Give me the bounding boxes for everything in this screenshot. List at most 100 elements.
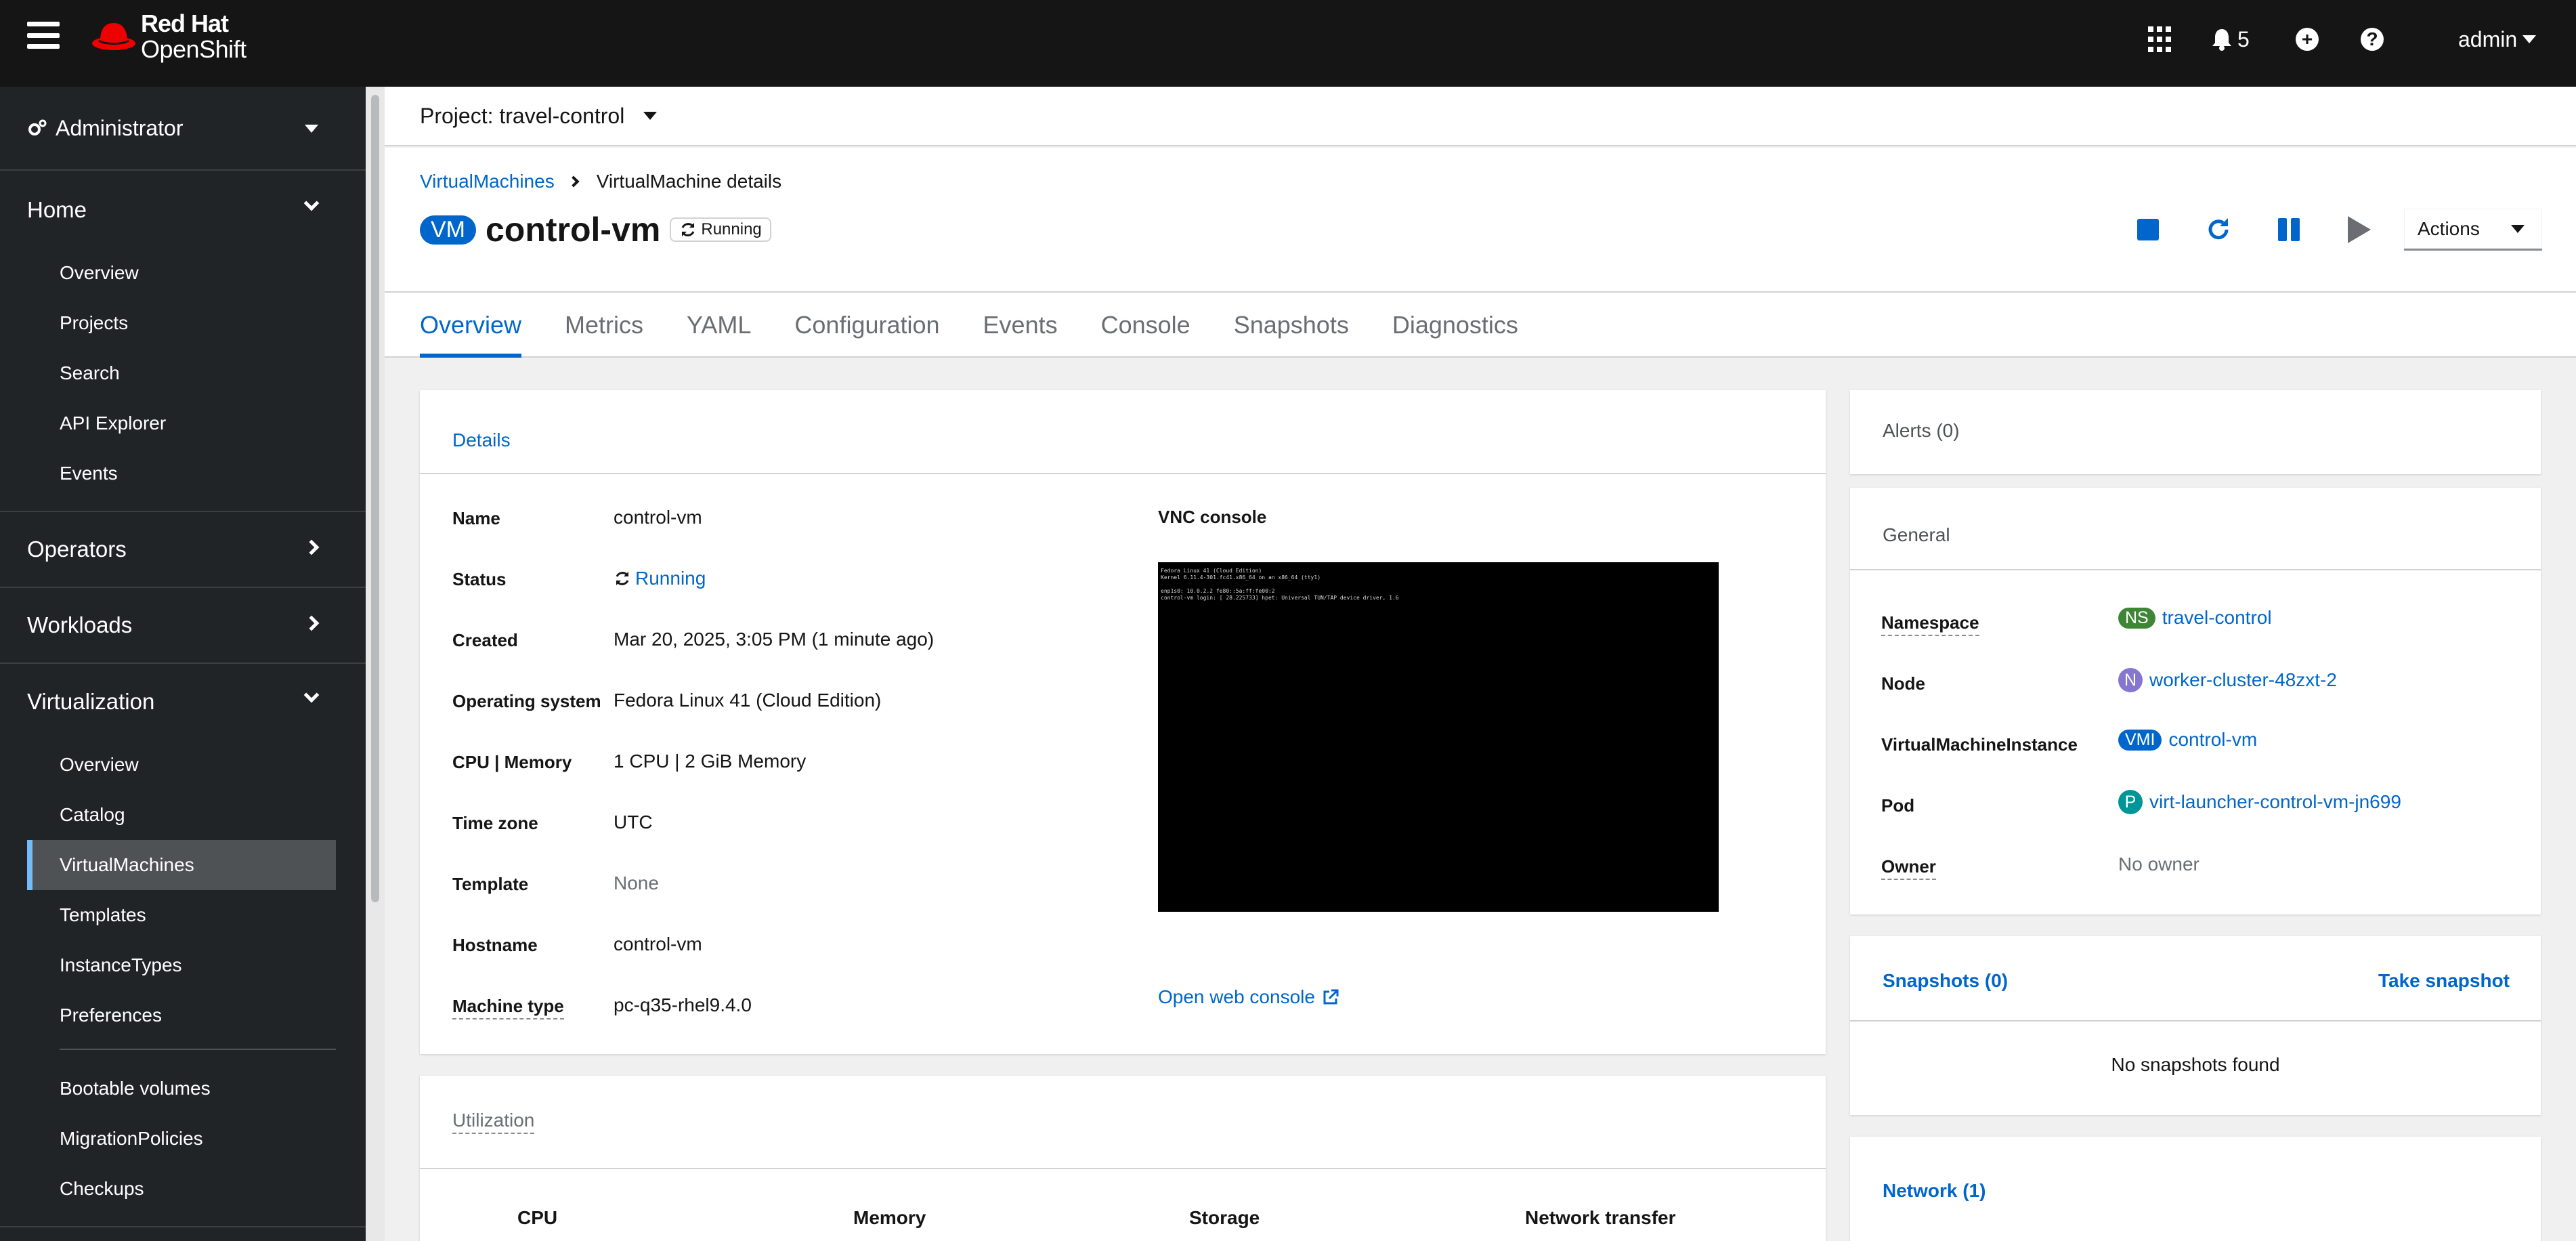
snapshots-card-title[interactable]: Snapshots (0)	[1883, 970, 2008, 992]
chevron-right-icon	[303, 615, 320, 631]
nav-home-overview[interactable]: Overview	[27, 248, 336, 298]
tab-configuration[interactable]: Configuration	[794, 293, 939, 358]
alerts-card-title: Alerts (0)	[1883, 420, 1960, 441]
breadcrumb-link-virtualmachines[interactable]: VirtualMachines	[420, 171, 555, 192]
apps-grid-icon[interactable]	[2148, 26, 2171, 53]
node-resource-badge: N	[2118, 668, 2143, 692]
external-link-icon	[1323, 989, 1339, 1005]
pause-button[interactable]	[2254, 209, 2324, 250]
chevron-down-icon	[303, 687, 320, 703]
pod-link[interactable]: virt-launcher-control-vm-jn699	[2149, 791, 2401, 813]
menu-icon[interactable]	[27, 22, 60, 49]
utilization-card: Utilization CPU Memory Storage Network t…	[420, 1076, 1826, 1241]
alerts-card: Alerts (0)	[1850, 390, 2541, 474]
user-name: admin	[2458, 26, 2518, 51]
nav-section-operators[interactable]: Operators	[0, 512, 366, 588]
nav-section-label: Home	[27, 197, 87, 222]
project-selector[interactable]: Project: travel-control	[385, 87, 2576, 146]
field-label-pod: Pod	[1881, 795, 1915, 816]
actions-dropdown[interactable]: Actions	[2404, 209, 2542, 251]
namespace-link[interactable]: travel-control	[2162, 607, 2272, 629]
nav-section-workloads[interactable]: Workloads	[0, 588, 366, 664]
nav-home-projects[interactable]: Projects	[27, 298, 336, 348]
bell-icon	[2212, 29, 2231, 51]
console-line: Kernel 6.11.4-301.fc41.x86_64 on an x86_…	[1161, 574, 1321, 581]
stop-icon	[2137, 219, 2159, 240]
open-web-console-link[interactable]: Open web console	[1158, 986, 1339, 1008]
vmi-resource-badge: VMI	[2118, 729, 2162, 751]
field-label-namespace[interactable]: Namespace	[1881, 612, 1979, 636]
notifications-button[interactable]: 5	[2212, 26, 2250, 53]
nav-virt-migrationpolicies[interactable]: MigrationPolicies	[27, 1114, 336, 1164]
network-card-title[interactable]: Network (1)	[1883, 1180, 1985, 1202]
actions-label: Actions	[2418, 217, 2480, 239]
field-value-owner: No owner	[2118, 854, 2199, 875]
vnc-console-screen[interactable]: Fedora Linux 41 (Cloud Edition) Kernel 6…	[1158, 562, 1719, 912]
nav-virt-checkups[interactable]: Checkups	[27, 1164, 336, 1214]
nav-section-virtualization[interactable]: Virtualization	[0, 664, 366, 740]
field-value-namespace: NS travel-control	[2118, 607, 2272, 629]
take-snapshot-button[interactable]: Take snapshot	[2378, 970, 2510, 992]
quick-create-button[interactable]: +	[2296, 26, 2319, 53]
vmi-link[interactable]: control-vm	[2168, 729, 2257, 751]
status-link-text: Running	[635, 568, 706, 589]
sidebar-scrollbar-thumb[interactable]	[371, 95, 379, 902]
field-value-cpu-memory: 1 CPU | 2 GiB Memory	[614, 751, 807, 772]
play-icon	[2348, 216, 2371, 243]
nav-home-events[interactable]: Events	[27, 448, 336, 499]
card-divider	[1850, 1020, 2541, 1022]
field-value-template: None	[614, 872, 659, 893]
tab-yaml[interactable]: YAML	[687, 293, 751, 358]
nav-home-search[interactable]: Search	[27, 348, 336, 398]
field-label-owner[interactable]: Owner	[1881, 856, 1936, 880]
restart-icon	[2208, 218, 2229, 240]
field-value-status[interactable]: Running	[614, 568, 706, 589]
card-divider	[420, 1168, 1826, 1169]
start-button[interactable]	[2324, 209, 2395, 250]
main-content: Project: travel-control VirtualMachines …	[385, 87, 2576, 1241]
utilization-col-cpu: CPU	[517, 1207, 558, 1228]
user-menu[interactable]: admin	[2458, 26, 2537, 53]
field-value-machine-type: pc-q35-rhel9.4.0	[614, 994, 752, 1015]
restart-button[interactable]	[2183, 209, 2254, 250]
nav-virt-instancetypes[interactable]: InstanceTypes	[27, 940, 336, 990]
help-button[interactable]: ?	[2361, 26, 2384, 53]
nav-virt-catalog[interactable]: Catalog	[27, 790, 336, 840]
vnc-console-title: VNC console	[1158, 507, 1267, 527]
tab-overview[interactable]: Overview	[420, 293, 522, 358]
field-label-cpu-memory: CPU | Memory	[452, 752, 572, 772]
nav-section-home[interactable]: Home	[0, 172, 366, 248]
brand-logo[interactable]: Red Hat OpenShift	[91, 11, 246, 62]
tab-metrics[interactable]: Metrics	[565, 293, 643, 358]
node-link[interactable]: worker-cluster-48zxt-2	[2149, 669, 2337, 691]
nav-virt-overview[interactable]: Overview	[27, 740, 336, 790]
vm-resource-badge: VM	[420, 215, 476, 245]
vm-action-bar: Actions	[2113, 209, 2576, 251]
pause-icon	[2278, 218, 2300, 241]
nav-section-label: Operators	[27, 537, 127, 562]
tab-snapshots[interactable]: Snapshots	[1234, 293, 1349, 358]
field-value-name: control-vm	[614, 507, 702, 528]
field-label-created: Created	[452, 630, 518, 650]
utilization-col-memory: Memory	[853, 1207, 926, 1228]
general-card: General Namespace NS travel-control Node…	[1850, 488, 2541, 914]
snapshots-empty-state: No snapshots found	[2111, 1054, 2280, 1075]
card-divider	[420, 473, 1826, 474]
field-value-os: Fedora Linux 41 (Cloud Edition)	[614, 690, 882, 711]
nav-home-api-explorer[interactable]: API Explorer	[27, 398, 336, 448]
stop-button[interactable]	[2113, 209, 2183, 250]
tab-diagnostics[interactable]: Diagnostics	[1392, 293, 1518, 358]
details-card-title[interactable]: Details	[452, 429, 511, 451]
nav-virt-bootable-volumes[interactable]: Bootable volumes	[27, 1064, 336, 1114]
tab-console[interactable]: Console	[1101, 293, 1190, 358]
perspective-switcher[interactable]: Administrator	[0, 87, 366, 171]
nav-virt-templates[interactable]: Templates	[27, 890, 336, 940]
tab-events[interactable]: Events	[983, 293, 1058, 358]
brand-line-1: Red Hat	[141, 9, 229, 37]
utilization-card-title[interactable]: Utilization	[452, 1110, 535, 1134]
nav-virt-preferences[interactable]: Preferences	[27, 990, 336, 1040]
field-value-vmi: VMI control-vm	[2118, 729, 2257, 751]
field-label-machine-type[interactable]: Machine type	[452, 996, 564, 1019]
nav-virt-virtualmachines[interactable]: VirtualMachines	[27, 840, 336, 890]
nav-divider	[0, 1226, 366, 1227]
